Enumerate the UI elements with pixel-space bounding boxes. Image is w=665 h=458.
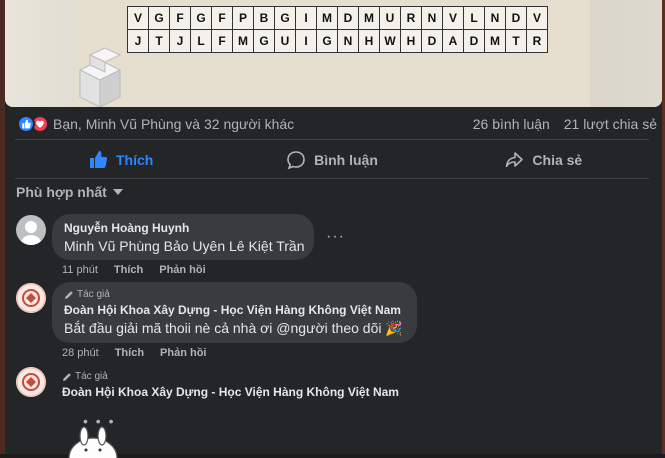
puzzle-cell: N: [337, 29, 359, 53]
comment-meta-row: 11 phút Thích Phản hồi: [62, 264, 206, 276]
puzzle-cell: J: [169, 29, 191, 53]
shares-count-link[interactable]: 21 lượt chia sẻ: [564, 116, 657, 132]
puzzle-cell: M: [484, 29, 506, 53]
comment-bubble: Tác giả Đoàn Hội Khoa Xây Dựng - Học Việ…: [52, 282, 417, 343]
puzzle-row: J T J L F M G U I G N H W H D A D M T R: [127, 29, 548, 53]
puzzle-cell: L: [190, 29, 212, 53]
share-arrow-icon: [506, 152, 524, 168]
puzzle-cell: N: [484, 6, 506, 30]
puzzle-cell: D: [463, 29, 485, 53]
puzzle-cell: U: [379, 6, 401, 30]
reaction-icons[interactable]: [17, 115, 49, 133]
puzzle-cell: G: [253, 29, 275, 53]
page-avatar[interactable]: [16, 367, 46, 397]
puzzle-cell: G: [148, 6, 170, 30]
comment-reply-link[interactable]: Phản hồi: [159, 264, 205, 276]
puzzle-cell: R: [526, 29, 548, 53]
puzzle-grid: V G F G F P B G I M D M U R N V L N D V: [127, 6, 548, 53]
puzzle-cell: V: [442, 6, 464, 30]
puzzle-cell: T: [505, 29, 527, 53]
share-button[interactable]: Chia sẻ: [438, 143, 649, 177]
puzzle-cell: W: [379, 29, 401, 53]
puzzle-cell: V: [127, 6, 149, 30]
puzzle-cell: P: [232, 6, 254, 30]
comment-meta-row: 28 phút Thích Phản hồi: [62, 347, 207, 359]
comment-header: Tác giả Đoàn Hội Khoa Xây Dựng - Học Việ…: [62, 371, 399, 399]
puzzle-cell: M: [316, 6, 338, 30]
puzzle-cell: B: [253, 6, 275, 30]
default-user-icon: [20, 221, 42, 245]
reactions-summary-row: Bạn, Minh Vũ Phùng và 32 người khác 26 b…: [17, 115, 657, 133]
puzzle-cell: M: [232, 29, 254, 53]
puzzle-cell: F: [169, 6, 191, 30]
divider: [15, 178, 649, 179]
author-badge: Tác giả: [64, 289, 405, 300]
puzzle-cell: U: [274, 29, 296, 53]
reactions-summary-text[interactable]: Bạn, Minh Vũ Phùng và 32 người khác: [53, 116, 294, 132]
comment-sort-label: Phù hợp nhất: [16, 184, 107, 200]
puzzle-cell: F: [211, 29, 233, 53]
post-image[interactable]: V G F G F P B G I M D M U R N V L N D V: [5, 0, 662, 107]
comment-timestamp[interactable]: 28 phút: [62, 347, 99, 359]
comment-author-name[interactable]: Đoàn Hội Khoa Xây Dựng - Học Viện Hàng K…: [62, 385, 399, 399]
comment-like-link[interactable]: Thích: [114, 264, 143, 276]
puzzle-cell: H: [400, 29, 422, 53]
puzzle-cell: D: [505, 6, 527, 30]
post-card: V G F G F P B G I M D M U R N V L N D V: [5, 0, 662, 458]
puzzle-cell: H: [358, 29, 380, 53]
author-badge: Tác giả: [62, 371, 399, 382]
puzzle-cell: G: [274, 6, 296, 30]
like-button-label: Thích: [115, 152, 154, 168]
like-reaction-icon: [17, 115, 35, 133]
puzzle-cell: T: [148, 29, 170, 53]
puzzle-cell: D: [421, 29, 443, 53]
caret-down-icon: [112, 189, 123, 195]
puzzle-cell: I: [295, 6, 317, 30]
puzzle-cell: F: [211, 6, 233, 30]
comment-button-label: Bình luận: [314, 152, 378, 168]
pencil-icon: [63, 372, 71, 381]
bunny-sticker-icon[interactable]: [67, 424, 119, 458]
comment-button[interactable]: Bình luận: [226, 143, 437, 177]
puzzle-cell: G: [190, 6, 212, 30]
puzzle-cell: I: [295, 29, 317, 53]
engagement-counts: 26 bình luận 21 lượt chia sẻ: [463, 116, 657, 132]
comment-more-options-button[interactable]: ···: [326, 228, 345, 246]
puzzle-cell: G: [316, 29, 338, 53]
comment-reply-link[interactable]: Phản hồi: [160, 347, 206, 359]
comment-sort-dropdown[interactable]: Phù hợp nhất: [16, 184, 123, 200]
share-button-label: Chia sẻ: [532, 152, 583, 168]
puzzle-cell: J: [127, 29, 149, 53]
puzzle-cell: M: [358, 6, 380, 30]
puzzle-cell: V: [526, 6, 548, 30]
page-avatar[interactable]: [16, 283, 46, 313]
post-actions-bar: Thích Bình luận Chia sẻ: [15, 143, 649, 177]
puzzle-cell: N: [421, 6, 443, 30]
comment-text: Minh Vũ Phùng Bảo Uyên Lê Kiệt Trần: [64, 238, 305, 254]
comment-timestamp[interactable]: 11 phút: [62, 264, 98, 276]
puzzle-row: V G F G F P B G I M D M U R N V L N D V: [127, 6, 548, 30]
club-logo-icon: [16, 283, 46, 313]
commenter-avatar[interactable]: [16, 215, 46, 245]
author-badge-label: Tác giả: [75, 371, 108, 382]
comment-author-name[interactable]: Đoàn Hội Khoa Xây Dựng - Học Viện Hàng K…: [64, 303, 405, 317]
author-badge-label: Tác giả: [77, 289, 110, 300]
puzzle-cell: R: [400, 6, 422, 30]
isometric-building-graphic: [78, 47, 122, 107]
puzzle-cell: L: [463, 6, 485, 30]
comment-bubble: Nguyễn Hoàng Huynh Minh Vũ Phùng Bảo Uyê…: [52, 214, 314, 260]
pencil-icon: [65, 290, 73, 299]
puzzle-cell: A: [442, 29, 464, 53]
comment-text: Bắt đầu giải mã thoii nè cả nhà ơi @ngườ…: [64, 320, 403, 336]
puzzle-cell: D: [337, 6, 359, 30]
comment-like-link[interactable]: Thích: [115, 347, 144, 359]
comments-count-link[interactable]: 26 bình luận: [473, 116, 550, 132]
club-logo-icon: [16, 367, 46, 397]
speech-bubble-icon: [287, 151, 305, 170]
divider: [15, 139, 649, 140]
comment-author-name[interactable]: Nguyễn Hoàng Huynh: [64, 221, 302, 235]
like-button[interactable]: Thích: [15, 143, 226, 177]
thumbs-up-icon: [89, 151, 108, 168]
